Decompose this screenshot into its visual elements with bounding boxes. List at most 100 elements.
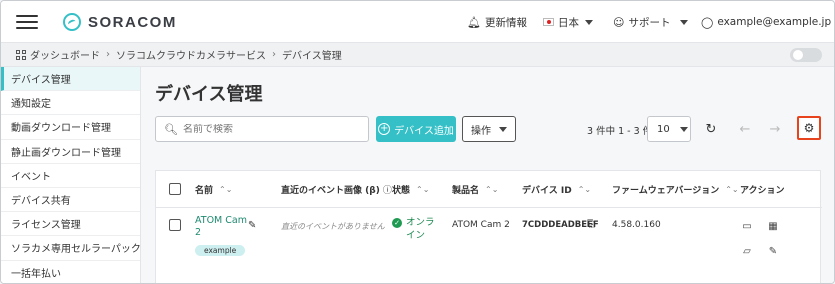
user-icon: ◯ (701, 15, 714, 29)
sort-icon: ⌃⌄ (725, 185, 739, 194)
next-page-icon[interactable]: → (765, 119, 785, 139)
breadcrumb: ダッシュボード › ソラコムクラウドカメラサービス › デバイス管理 (1, 43, 834, 67)
sidebar-item-device-sharing[interactable]: デバイス共有 (1, 188, 140, 213)
page-title: デバイス管理 (155, 84, 263, 105)
search-icon: 🔍︎ (164, 122, 178, 136)
menu-icon[interactable] (11, 9, 43, 35)
search-box[interactable]: 🔍︎ (155, 116, 369, 142)
brand-name: SORACOM (88, 13, 177, 31)
column-recent-image: 直近のイベント画像 (β) ⓘ (281, 171, 392, 208)
news-menu[interactable]: 🔔︎ 更新情報 (467, 1, 527, 43)
per-page-value: 10 (657, 123, 670, 135)
logo-icon (63, 13, 81, 31)
device-name-line: 2 (195, 227, 202, 238)
recent-image-empty: 直近のイベントがありません (281, 222, 385, 231)
sidebar-item-annual-payment[interactable]: 一括年払い (1, 261, 140, 284)
account-email: example@example.jp (717, 16, 832, 28)
column-product[interactable]: 製品名 ⌃⌄ (452, 171, 498, 208)
video-camera-icon[interactable]: ▭ (740, 219, 754, 233)
info-icon[interactable]: ⓘ (383, 183, 392, 196)
sidebar-item-device-management[interactable]: デバイス管理 (1, 67, 140, 92)
calendar-icon[interactable]: ▦ (766, 219, 780, 233)
check-circle-icon: ✓ (392, 218, 402, 228)
sidebar-item-image-download[interactable]: 静止画ダウンロード管理 (1, 140, 140, 164)
column-recent-image-label: 直近のイベント画像 (β) (281, 186, 380, 196)
plus-icon: + (378, 123, 391, 135)
status-text: オンラ (406, 217, 435, 228)
folder-icon[interactable]: ▱ (740, 244, 754, 258)
sidebar-item-cellular-pack[interactable]: ソラカメ専用セルラーパック (1, 236, 141, 261)
column-firmware[interactable]: ファームウェアバージョン ⌃⌄ (612, 171, 739, 208)
language-label: 日本 (558, 16, 579, 29)
pagination-summary: 3 件中 1 - 3 件 (587, 126, 653, 137)
sort-icon: ⌃⌄ (219, 185, 233, 194)
top-header: SORACOM 🔔︎ 更新情報 日本 ☺︎ サポート ◯ example@exa… (1, 1, 834, 43)
device-name-link[interactable]: ATOM Cam 2 (195, 215, 247, 239)
table-row: ATOM Cam 2 ✎ example 直近のイベントがありません ✓ オンラ… (156, 208, 822, 272)
news-label: 更新情報 (484, 16, 527, 29)
sidebar-item-video-download[interactable]: 動画ダウンロード管理 (1, 115, 140, 140)
bell-icon: 🔔︎ (467, 15, 481, 29)
column-device-id-label: デバイス ID (522, 186, 572, 196)
column-actions-label: アクション (740, 186, 785, 196)
main-content: デバイス管理 🔍︎ + デバイス追加 操作 3 件中 1 - 3 件 10 ↻ … (141, 67, 834, 283)
support-label: サポート (628, 16, 671, 29)
sort-icon: ⌃⌄ (416, 185, 430, 194)
chevron-right-icon: › (272, 49, 276, 60)
sidebar-item-notification-settings[interactable]: 通知設定 (1, 91, 140, 116)
column-status-label: 状態 (392, 186, 411, 196)
soracom-logo[interactable]: SORACOM (63, 12, 177, 32)
language-menu[interactable]: 日本 (543, 1, 593, 43)
chevron-right-icon: › (106, 49, 110, 60)
operations-button[interactable]: 操作 (462, 116, 516, 142)
column-actions: アクション (740, 171, 785, 208)
chevron-down-icon (680, 19, 689, 25)
sidebar: デバイス管理 通知設定 動画ダウンロード管理 静止画ダウンロード管理 イベント … (1, 67, 141, 284)
product-name: ATOM Cam 2 (452, 220, 510, 230)
theme-toggle[interactable] (790, 48, 822, 62)
search-input[interactable] (182, 123, 363, 135)
chevron-down-icon (585, 19, 593, 25)
sidebar-item-events[interactable]: イベント (1, 164, 140, 188)
japan-flag-icon (543, 18, 554, 26)
support-menu[interactable]: ☺︎ サポート (613, 1, 689, 43)
sidebar-item-license[interactable]: ライセンス管理 (1, 212, 140, 237)
chevron-down-icon (679, 126, 688, 132)
select-all-checkbox[interactable] (169, 183, 181, 195)
per-page-select[interactable]: 10 (647, 116, 691, 142)
column-product-label: 製品名 (452, 186, 480, 196)
dashboard-icon (16, 49, 26, 60)
column-status[interactable]: 状態 ⌃⌄ (392, 171, 429, 208)
app-window: SORACOM 🔔︎ 更新情報 日本 ☺︎ サポート ◯ example@exa… (0, 0, 835, 284)
copy-icon[interactable]: ⎘ (587, 219, 595, 230)
table-settings-button[interactable]: ⚙︎ (797, 116, 821, 140)
refresh-icon[interactable]: ↻ (701, 119, 721, 139)
chevron-down-icon (499, 126, 507, 132)
column-firmware-label: ファームウェアバージョン (612, 186, 720, 196)
table-header: 名前 ⌃⌄ 直近のイベント画像 (β) ⓘ 状態 ⌃⌄ 製品名 ⌃⌄ デバイス … (156, 171, 822, 208)
breadcrumb-dashboard[interactable]: ダッシュボード (30, 47, 100, 62)
edit-icon[interactable]: ✎ (766, 244, 780, 258)
row-checkbox[interactable] (169, 219, 181, 231)
tag-badge: example (195, 245, 246, 256)
sort-icon: ⌃⌄ (577, 185, 592, 194)
device-name-line: ATOM Cam (195, 215, 247, 226)
column-name-label: 名前 (195, 186, 214, 196)
status-text: イン (406, 230, 426, 241)
operations-label: 操作 (471, 125, 491, 137)
edit-name-icon[interactable]: ✎ (248, 220, 256, 231)
add-device-button[interactable]: + デバイス追加 (376, 116, 456, 142)
status-cell: ✓ オンラ イン (392, 216, 435, 242)
column-device-id[interactable]: デバイス ID ⌃⌄ (522, 171, 591, 208)
column-name[interactable]: 名前 ⌃⌄ (195, 171, 232, 208)
add-device-label: デバイス追加 (394, 125, 454, 137)
sort-icon: ⌃⌄ (485, 185, 499, 194)
firmware-version: 4.58.0.160 (612, 220, 661, 230)
breadcrumb-camera-service[interactable]: ソラコムクラウドカメラサービス (116, 47, 266, 62)
account-menu[interactable]: ◯ example@example.jp (701, 1, 834, 43)
prev-page-icon[interactable]: ← (735, 119, 755, 139)
device-table: 名前 ⌃⌄ 直近のイベント画像 (β) ⓘ 状態 ⌃⌄ 製品名 ⌃⌄ デバイス … (155, 170, 822, 283)
gear-icon: ⚙︎ (803, 121, 815, 135)
support-icon: ☺︎ (613, 15, 625, 29)
breadcrumb-device-management: デバイス管理 (282, 51, 342, 62)
